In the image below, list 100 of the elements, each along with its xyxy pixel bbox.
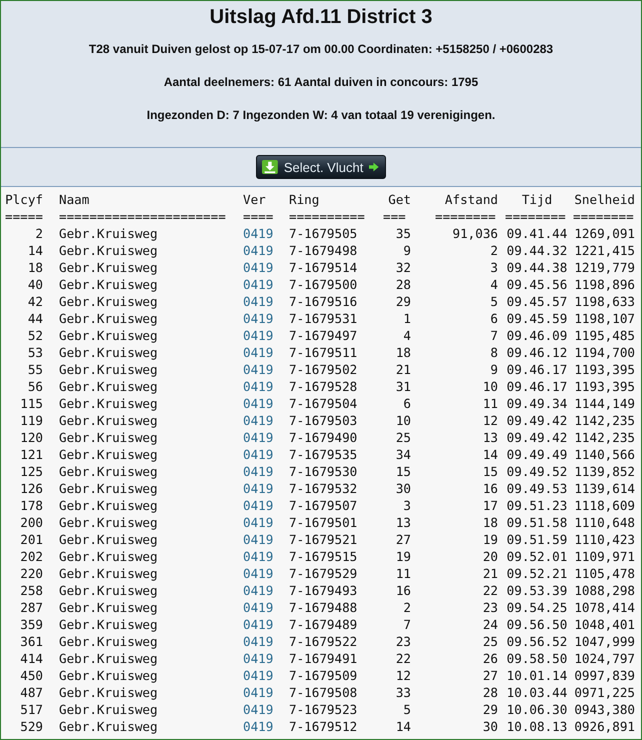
table-cell-text: 09.44.32 [506, 242, 568, 259]
club-link[interactable]: 0419 [237, 582, 283, 599]
club-link[interactable]: 0419 [237, 378, 283, 395]
table-cell-text: 10 [482, 378, 499, 395]
club-link[interactable]: 0419 [237, 310, 283, 327]
table-cell-text: 09.56.52 [506, 633, 568, 650]
info-line: T28 vanuit Duiven gelost op 15-07-17 om 00.00 Coordinaten: +5158250 / +0600283 [88, 41, 554, 57]
club-link[interactable]: 0419 [237, 718, 283, 735]
table-cell-text: 09.51.23 [506, 497, 568, 514]
table-cell-text: 20 [482, 548, 499, 565]
club-link[interactable]: 0419 [237, 429, 283, 446]
table-cell-text: 7-1679503 [288, 412, 358, 429]
table-cell-text: 361 [19, 633, 44, 650]
table-cell-text: Gebr.Kruisweg [58, 701, 159, 718]
table-cell-text: 1142,235 [573, 412, 636, 429]
club-link[interactable]: 0419 [237, 276, 283, 293]
table-cell-text: 7-1679504 [288, 395, 358, 412]
table-cell-text: 10.08.13 [506, 718, 568, 735]
header-separator: ======== [434, 208, 497, 225]
table-cell-text: 9 [402, 242, 412, 259]
table-cell-text: 125 [19, 463, 44, 480]
table-cell-text: 30 [394, 480, 412, 497]
club-link[interactable]: 0419 [237, 412, 283, 429]
club-link[interactable]: 0419 [237, 361, 283, 378]
table-cell-text: 09.46.17 [506, 361, 568, 378]
club-link[interactable]: 0419 [237, 395, 283, 412]
table-cell-text: 29 [482, 701, 499, 718]
table-cell-text: 22 [394, 650, 412, 667]
table-cell-text: Gebr.Kruisweg [58, 412, 159, 429]
table-cell-text: Gebr.Kruisweg [58, 616, 159, 633]
table-cell-text: 1088,298 [573, 582, 636, 599]
table-cell-text: Gebr.Kruisweg [58, 599, 159, 616]
table-cell-text: 27 [394, 531, 412, 548]
club-link[interactable]: 0419 [237, 463, 283, 480]
club-link[interactable]: 0419 [237, 242, 283, 259]
club-link[interactable]: 0419 [237, 667, 283, 684]
table-cell-text: 21 [482, 565, 499, 582]
table-cell-text: 1139,852 [573, 463, 636, 480]
table-cell-text: Gebr.Kruisweg [58, 259, 159, 276]
table-cell-text: 201 [19, 531, 44, 548]
table-cell-text: 32 [394, 259, 412, 276]
table-cell-text: Gebr.Kruisweg [58, 327, 159, 344]
club-link[interactable]: 0419 [237, 497, 283, 514]
table-cell-text: 414 [19, 650, 44, 667]
table-cell-text: 09.46.09 [506, 327, 568, 344]
club-link[interactable]: 0419 [237, 599, 283, 616]
table-cell-text: 9 [489, 361, 499, 378]
table-cell-text: 1193,395 [573, 378, 636, 395]
table-cell-text: 25 [482, 633, 499, 650]
table-cell-text: Gebr.Kruisweg [58, 514, 159, 531]
table-cell-text: Gebr.Kruisweg [58, 344, 159, 361]
table-cell-text: 1269,091 [573, 225, 636, 242]
table-cell-text: 23 [482, 599, 499, 616]
table-cell-text: 8 [489, 344, 499, 361]
table-cell-text: 7-1679493 [288, 582, 358, 599]
club-link[interactable]: 0419 [237, 616, 283, 633]
table-cell-text: 202 [19, 548, 44, 565]
column-header: Afstand [444, 191, 499, 208]
club-link[interactable]: 0419 [237, 225, 283, 242]
table-cell-text: 5 [402, 701, 412, 718]
table-cell-text: 1195,485 [573, 327, 636, 344]
table-cell-text: 1144,149 [573, 395, 636, 412]
club-link[interactable]: 0419 [237, 531, 283, 548]
club-link[interactable]: 0419 [237, 565, 283, 582]
club-link[interactable]: 0419 [237, 480, 283, 497]
table-cell-text: 14 [482, 446, 499, 463]
club-link[interactable]: 0419 [237, 650, 283, 667]
table-cell-text: 13 [482, 429, 499, 446]
club-link[interactable]: 0419 [237, 548, 283, 565]
table-cell-text: 120 [19, 429, 44, 446]
club-link[interactable]: 0419 [237, 259, 283, 276]
table-cell-text: 09.52.01 [506, 548, 568, 565]
column-header: Ver [242, 191, 267, 208]
select-flight-button[interactable]: Select. Vlucht [256, 155, 386, 179]
table-cell-text: Gebr.Kruisweg [58, 650, 159, 667]
club-link[interactable]: 0419 [237, 446, 283, 463]
club-link[interactable]: 0419 [237, 327, 283, 344]
arrow-icon [369, 162, 379, 172]
table-cell-text: 21 [394, 361, 412, 378]
table-cell-text: 24 [482, 616, 499, 633]
table-cell-text: 4 [489, 276, 499, 293]
table-cell-text: 1105,478 [573, 565, 636, 582]
club-link[interactable]: 0419 [237, 633, 283, 650]
table-cell-text: 22 [482, 582, 499, 599]
table-cell-text: 126 [19, 480, 44, 497]
table-cell-text: 11 [482, 395, 499, 412]
table-cell-text: 23 [394, 633, 412, 650]
club-link[interactable]: 0419 [237, 684, 283, 701]
table-cell-text: Gebr.Kruisweg [58, 548, 159, 565]
table-cell-text: 35 [394, 225, 412, 242]
table-cell-text: 28 [394, 276, 412, 293]
club-link[interactable]: 0419 [237, 514, 283, 531]
table-cell-text: 1110,423 [573, 531, 636, 548]
table-cell-text: 91,036 [452, 225, 499, 242]
club-link[interactable]: 0419 [237, 701, 283, 718]
club-link[interactable]: 0419 [237, 293, 283, 310]
table-cell-text: 18 [26, 259, 44, 276]
table-cell-text: 287 [19, 599, 44, 616]
table-cell-text: 09.49.42 [506, 429, 568, 446]
club-link[interactable]: 0419 [237, 344, 283, 361]
